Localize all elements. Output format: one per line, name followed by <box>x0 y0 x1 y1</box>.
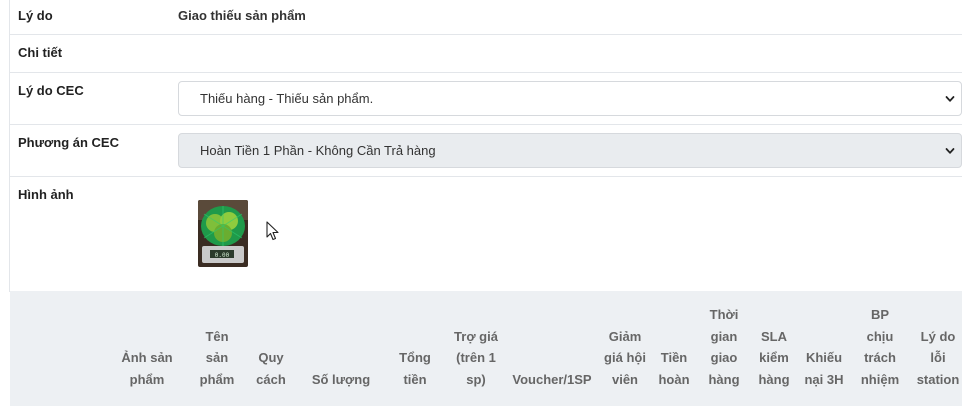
reason-row: Lý do Giao thiếu sản phẩm <box>10 0 962 35</box>
th-product-image: Ảnh sản phẩm <box>121 350 173 387</box>
cec-plan-label: Phương án CEC <box>18 135 119 150</box>
th-product-name: Tên sản phẩm <box>199 328 235 387</box>
cec-plan-row: Phương án CEC Hoàn Tiền 1 Phần - Không C… <box>10 125 962 177</box>
products-table-header: Ảnh sản phẩm Tên sản phẩm Quy cách Số lư… <box>10 291 962 406</box>
th-specification: Quy cách <box>256 350 286 387</box>
product-photo-image: 0.00 <box>198 200 248 267</box>
cec-reason-label: Lý do CEC <box>18 83 84 98</box>
th-refund-amount: Tiền hoàn <box>658 350 690 387</box>
detail-label: Chi tiết <box>18 45 63 60</box>
cec-plan-selected-value: Hoàn Tiền 1 Phần - Không Cần Trả hàng <box>200 143 436 158</box>
product-image-thumbnail[interactable]: 0.00 <box>198 200 248 267</box>
th-quantity: Số lượng <box>311 371 371 387</box>
th-inspection-sla: SLA kiểm hàng <box>758 328 790 387</box>
th-member-discount: Giảm giá hội viên <box>604 328 646 387</box>
cec-reason-row: Lý do CEC Thiếu hàng - Thiếu sản phẩm. <box>10 73 962 125</box>
th-station-error-reason: Lý do lỗi station <box>916 328 960 387</box>
image-label: Hình ảnh <box>18 187 74 202</box>
th-total-amount: Tổng tiền <box>399 350 431 387</box>
svg-text:0.00: 0.00 <box>215 252 230 259</box>
cec-reason-selected-value: Thiếu hàng - Thiếu sản phẩm. <box>200 91 374 106</box>
cec-plan-select[interactable]: Hoàn Tiền 1 Phần - Không Cần Trả hàng <box>178 133 962 168</box>
reason-value: Giao thiếu sản phẩm <box>178 8 306 23</box>
chevron-down-icon <box>945 96 955 102</box>
mouse-pointer-icon <box>266 221 279 241</box>
th-delivery-time: Thời gian giao hàng <box>708 307 740 387</box>
th-responsible-dept: BP chịu trách nhiệm <box>860 307 900 387</box>
th-complaint-3h: Khiếu nại 3H <box>804 350 844 387</box>
chevron-down-icon <box>945 148 955 154</box>
reason-label: Lý do <box>18 8 53 23</box>
cec-reason-select[interactable]: Thiếu hàng - Thiếu sản phẩm. <box>178 81 962 116</box>
th-voucher-per-item: Voucher/1SP <box>512 371 592 387</box>
th-subsidy-per-item: Trợ giá (trên 1 sp) <box>454 328 498 387</box>
detail-row: Chi tiết <box>10 35 962 73</box>
